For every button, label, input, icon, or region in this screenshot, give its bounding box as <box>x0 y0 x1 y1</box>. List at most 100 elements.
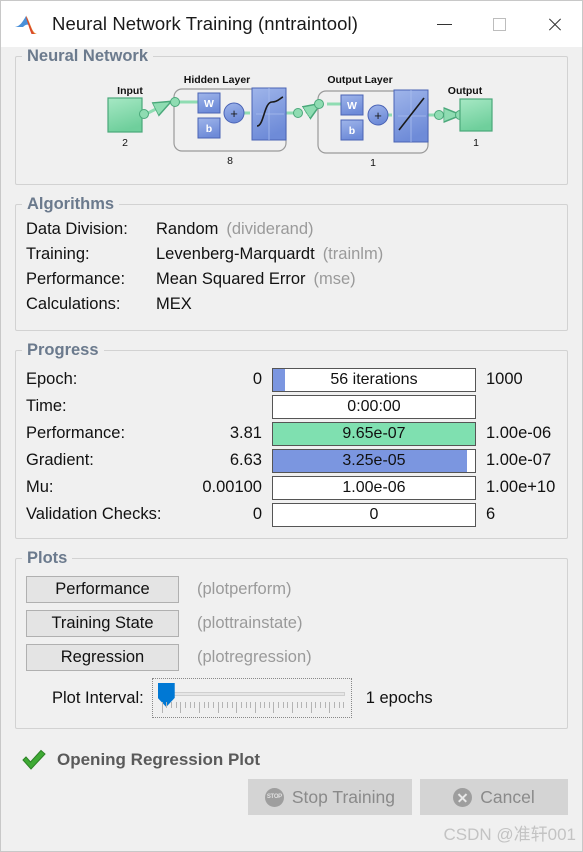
svg-text:+: + <box>374 108 382 123</box>
progress-max: 1.00e-07 <box>486 451 552 469</box>
neural-network-diagram: Input Hidden Layer Output Layer Output 2… <box>16 66 567 184</box>
progress-row-performance: Performance: 3.81 9.65e-07 1.00e-06 <box>26 420 557 447</box>
plot-interval-slider[interactable] <box>151 678 352 718</box>
progress-row-mu: Mu: 0.00100 1.00e-06 1.00e+10 <box>26 474 557 501</box>
close-icon <box>547 17 562 32</box>
progress-title: Progress <box>27 341 99 359</box>
status-row: Opening Regression Plot <box>15 739 568 775</box>
slider-track <box>162 692 345 696</box>
svg-text:Output: Output <box>447 85 482 97</box>
slider-tick <box>292 702 294 713</box>
progress-current: 0 <box>252 370 262 388</box>
slider-tick <box>268 702 270 708</box>
algorithm-label: Training: <box>26 245 90 263</box>
slider-tick <box>287 702 289 708</box>
progress-panel: Progress Epoch: 0 56 iterations 1000 Tim… <box>15 341 568 539</box>
neural-network-panel: Neural Network Input Hidden Layer Output… <box>15 47 568 185</box>
svg-text:1: 1 <box>473 137 479 149</box>
progress-list: Epoch: 0 56 iterations 1000 Time: 0:00:0… <box>16 360 567 538</box>
plots-title: Plots <box>27 549 68 567</box>
algorithm-row: Calculations: MEX <box>26 295 557 320</box>
green-check-icon <box>21 749 47 771</box>
algorithms-title: Algorithms <box>27 195 115 213</box>
svg-text:+: + <box>230 106 238 121</box>
algorithm-row: Training: Levenberg-Marquardt (trainlm) <box>26 245 557 270</box>
slider-tick <box>222 702 224 708</box>
slider-tick <box>282 702 284 708</box>
stop-training-label: Stop Training <box>291 786 395 807</box>
minimize-button[interactable] <box>417 1 472 47</box>
performance-plot-button[interactable]: Performance <box>26 575 179 603</box>
algorithm-label: Performance: <box>26 270 126 288</box>
regression-plot-button[interactable]: Regression <box>26 643 179 671</box>
algorithm-label: Data Division: <box>26 220 128 238</box>
algorithm-value: Levenberg-Marquardt <box>156 245 315 263</box>
algorithm-label: Calculations: <box>26 295 121 313</box>
progress-bar-text: 0 <box>369 505 379 523</box>
plot-function-name: (plotperform) <box>197 579 292 598</box>
slider-tick <box>231 702 233 708</box>
progress-current: 0 <box>252 505 262 523</box>
progress-label: Mu: <box>26 478 54 496</box>
progress-bar-text: 1.00e-06 <box>342 478 406 496</box>
maximize-button[interactable] <box>472 1 527 47</box>
progress-row-gradient: Gradient: 6.63 3.25e-05 1.00e-07 <box>26 447 557 474</box>
slider-tick <box>189 702 191 708</box>
slider-tick <box>264 702 266 708</box>
slider-tick <box>198 702 200 713</box>
slider-tick <box>236 702 238 713</box>
cancel-label: Cancel <box>480 786 535 807</box>
svg-text:Hidden Layer: Hidden Layer <box>183 74 250 86</box>
slider-tick <box>171 702 173 708</box>
progress-current: 0.00100 <box>202 478 262 496</box>
window-body: Neural Network Input Hidden Layer Output… <box>1 47 582 851</box>
slider-ticks <box>161 702 345 713</box>
neural-network-title: Neural Network <box>27 47 149 65</box>
progress-current: 6.63 <box>229 451 262 469</box>
progress-max: 1.00e+10 <box>486 478 556 496</box>
window-controls <box>417 1 582 47</box>
progress-bar: 0 <box>272 502 476 527</box>
plot-interval-value: 1 epochs <box>365 688 433 707</box>
slider-tick <box>217 702 219 713</box>
algorithms-list: Data Division: Random (dividerand) Train… <box>16 214 567 330</box>
progress-bar-text: 3.25e-05 <box>342 451 406 469</box>
svg-text:Output Layer: Output Layer <box>327 74 392 86</box>
algorithm-function: (mse) <box>313 270 356 288</box>
close-button[interactable] <box>527 1 582 47</box>
plot-function-name: (plottrainstate) <box>197 613 303 632</box>
slider-tick <box>324 702 326 708</box>
progress-current: 3.81 <box>229 424 262 442</box>
slider-tick <box>343 702 345 708</box>
slider-tick <box>329 702 331 713</box>
progress-row-epoch: Epoch: 0 56 iterations 1000 <box>26 366 557 393</box>
training-state-plot-button[interactable]: Training State <box>26 609 179 637</box>
algorithm-function: (trainlm) <box>322 245 384 263</box>
cancel-button[interactable]: Cancel <box>420 779 568 815</box>
plots-panel: Plots Performance (plotperform) Training… <box>15 549 568 729</box>
svg-text:W: W <box>347 100 357 112</box>
progress-label: Epoch: <box>26 370 78 388</box>
slider-tick <box>315 702 317 708</box>
plot-interval-row: Plot Interval: 1 epochs <box>26 678 557 718</box>
slider-tick <box>194 702 196 708</box>
action-buttons: STOP Stop Training Cancel <box>15 775 568 815</box>
stop-training-button[interactable]: STOP Stop Training <box>247 779 412 815</box>
plot-interval-label: Plot Interval: <box>52 688 144 707</box>
progress-bar: 56 iterations <box>272 367 476 392</box>
algorithm-row: Data Division: Random (dividerand) <box>26 220 557 245</box>
window-title: Neural Network Training (nntraintool) <box>52 13 358 34</box>
slider-tick <box>278 702 280 708</box>
plots-content: Performance (plotperform) Training State… <box>16 568 567 728</box>
plot-function-name: (plotregression) <box>197 647 312 666</box>
slider-tick <box>306 702 308 708</box>
slider-tick <box>240 702 242 708</box>
algorithm-value: MEX <box>156 295 192 313</box>
slider-tick <box>310 702 312 713</box>
svg-text:8: 8 <box>227 155 233 167</box>
progress-max: 1.00e-06 <box>486 424 552 442</box>
progress-bar: 1.00e-06 <box>272 475 476 500</box>
slider-tick <box>203 702 205 708</box>
slider-tick <box>334 702 335 708</box>
slider-tick <box>338 702 340 708</box>
